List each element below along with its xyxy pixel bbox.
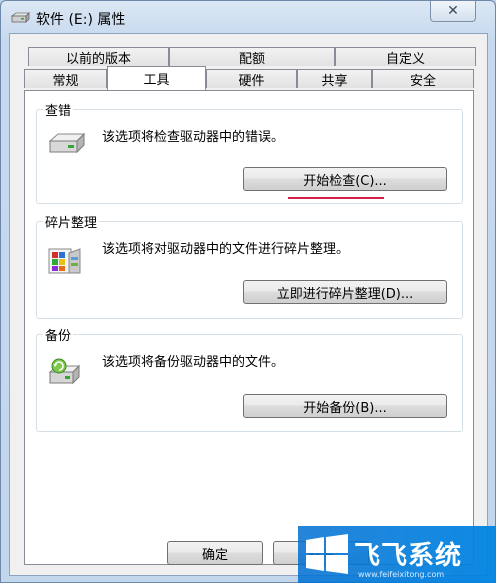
tab-general[interactable]: 常规 <box>24 69 107 89</box>
backup-icon <box>48 358 81 385</box>
tab-security[interactable]: 安全 <box>372 69 474 89</box>
dialog-client: 以前的版本 配额 自定义 常规 工具 硬件 共享 安全 查错 该选项将检查驱动器… <box>9 33 488 576</box>
close-icon: ✕ <box>447 3 459 19</box>
watermark-text: 飞飞系统 <box>354 541 463 571</box>
highlight-underline <box>288 197 384 199</box>
group-title-check: 查错 <box>43 100 74 119</box>
title-bar[interactable]: 软件 (E:) 属性 ✕ <box>1 1 495 35</box>
hard-drive-icon <box>48 132 86 154</box>
window-title: 软件 (E:) 属性 <box>36 12 126 28</box>
error-check-group: 查错 该选项将检查驱动器中的错误。 开始检查(C)... <box>36 100 463 204</box>
tab-previous-versions[interactable]: 以前的版本 <box>28 47 169 67</box>
drive-icon <box>10 12 30 23</box>
defrag-description: 该选项将对驱动器中的文件进行碎片整理。 <box>102 242 350 257</box>
watermark-banner: 飞飞系统 www.feifeixitong.com <box>298 526 496 583</box>
defrag-group: 碎片整理 该选项将对驱动器中的文件进行碎片整理。 立即进行碎片整理(D)... <box>36 212 463 319</box>
ok-button[interactable]: 确定 <box>167 541 263 565</box>
check-description: 该选项将检查驱动器中的错误。 <box>102 130 285 145</box>
tab-customize[interactable]: 自定义 <box>335 47 476 67</box>
backup-group: 备份 该选项将备份驱动器中的文件。 开始备份(B)... <box>36 325 463 432</box>
defrag-icon <box>48 248 81 274</box>
windows-logo-icon <box>306 534 348 574</box>
group-title-backup: 备份 <box>43 325 74 344</box>
backup-description: 该选项将备份驱动器中的文件。 <box>102 355 285 370</box>
defrag-now-button[interactable]: 立即进行碎片整理(D)... <box>243 280 447 304</box>
tab-tools[interactable]: 工具 <box>107 66 206 90</box>
close-button[interactable]: ✕ <box>430 1 476 22</box>
watermark-url: www.feifeixitong.com <box>358 570 445 579</box>
tab-sharing[interactable]: 共享 <box>297 69 372 89</box>
properties-window: 软件 (E:) 属性 ✕ 以前的版本 配额 自定义 常规 工具 硬件 共享 安全… <box>0 0 496 583</box>
tab-hardware[interactable]: 硬件 <box>206 69 297 89</box>
tab-quota[interactable]: 配额 <box>169 47 335 67</box>
tools-panel: 查错 该选项将检查驱动器中的错误。 开始检查(C)... 碎片整理 该选项将对驱… <box>24 90 474 565</box>
group-title-defrag: 碎片整理 <box>43 212 100 231</box>
start-backup-button[interactable]: 开始备份(B)... <box>243 394 447 418</box>
start-check-button[interactable]: 开始检查(C)... <box>243 167 447 191</box>
